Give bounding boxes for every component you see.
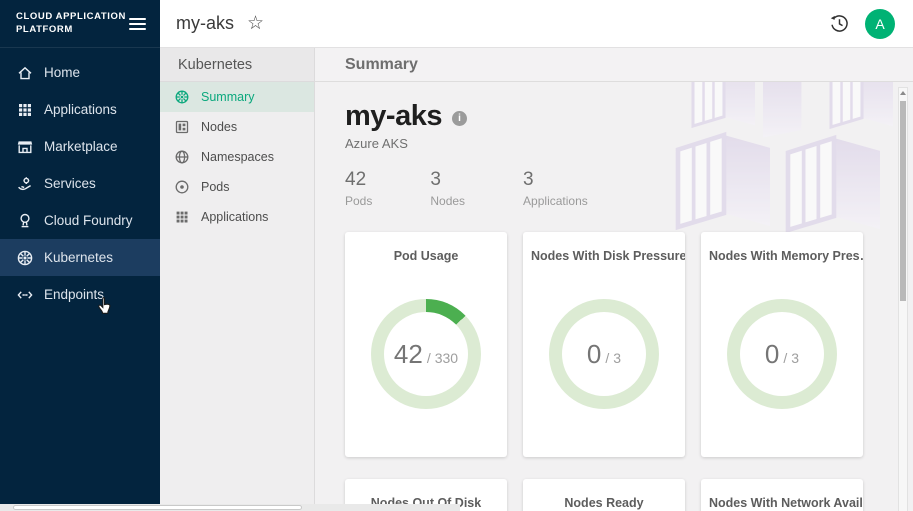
- sidebar-item-home[interactable]: Home: [0, 54, 160, 91]
- scroll-up-arrow-icon[interactable]: [900, 91, 906, 95]
- vertical-scrollbar-thumb[interactable]: [900, 101, 906, 301]
- cloud-foundry-icon: [16, 212, 34, 230]
- disk-pressure-donut-chart: 0 / 3: [549, 299, 659, 409]
- memory-pressure-donut-chart: 0 / 3: [727, 299, 837, 409]
- sidebar-item-marketplace[interactable]: Marketplace: [0, 128, 160, 165]
- subnav-item-applications[interactable]: Applications: [160, 202, 314, 232]
- home-icon: [16, 64, 34, 82]
- kubernetes-subnav: Kubernetes Summary Nodes Namespaces Pods…: [160, 48, 315, 511]
- subnav-title: Kubernetes: [160, 48, 314, 82]
- endpoint-title: my-aks: [176, 13, 234, 34]
- hamburger-menu-icon[interactable]: [129, 15, 146, 33]
- donut-total: 330: [435, 350, 458, 366]
- cluster-header: my-aks i Azure AKS: [315, 82, 913, 151]
- subnav-item-label: Summary: [201, 90, 254, 104]
- stat-value: 42: [345, 169, 372, 191]
- sidebar-item-kubernetes[interactable]: Kubernetes: [0, 239, 160, 276]
- sidebar-item-label: Endpoints: [44, 287, 104, 302]
- page-toolbar: Summary: [315, 48, 913, 82]
- card-network-available: Nodes With Network Avail…: [701, 479, 863, 511]
- app-logo: CLOUD APPLICATION PLATFORM: [16, 11, 126, 36]
- vertical-scrollbar[interactable]: [898, 87, 908, 511]
- sidebar-item-applications[interactable]: Applications: [0, 91, 160, 128]
- sidebar-item-label: Applications: [44, 102, 117, 117]
- logo-line2: PLATFORM: [16, 24, 126, 36]
- card-title: Nodes Ready: [523, 496, 685, 510]
- sidebar-item-cloud-foundry[interactable]: Cloud Foundry: [0, 202, 160, 239]
- hand-gear-icon: [16, 175, 34, 193]
- subnav-item-label: Namespaces: [201, 150, 274, 164]
- primary-nav: Home Applications Marketplace Services C…: [0, 48, 160, 313]
- storefront-icon: [16, 138, 34, 156]
- stat-pods: 42 Pods: [345, 169, 372, 208]
- card-pod-usage: Pod Usage 42 / 330: [345, 232, 507, 457]
- subnav-item-pods[interactable]: Pods: [160, 172, 314, 202]
- page-title: Summary: [345, 56, 418, 74]
- sidebar-item-label: Services: [44, 176, 96, 191]
- topbar-actions: A: [829, 9, 895, 39]
- sidebar-item-endpoints[interactable]: Endpoints: [0, 276, 160, 313]
- subnav-item-namespaces[interactable]: Namespaces: [160, 142, 314, 172]
- card-disk-pressure: Nodes With Disk Pressure 0 / 3: [523, 232, 685, 457]
- sidebar-item-label: Cloud Foundry: [44, 213, 133, 228]
- donut-value: 42: [394, 339, 423, 370]
- info-icon[interactable]: i: [452, 111, 467, 126]
- stat-label: Pods: [345, 194, 372, 208]
- stat-value: 3: [430, 169, 465, 191]
- kubernetes-wheel-icon: [16, 249, 34, 267]
- card-title: Nodes With Network Avail…: [701, 496, 863, 510]
- logo-line1: CLOUD APPLICATION: [16, 11, 126, 23]
- sidebar-item-label: Home: [44, 65, 80, 80]
- donut-total: 3: [613, 350, 621, 366]
- pod-icon: [174, 179, 190, 195]
- globe-icon: [174, 149, 190, 165]
- endpoints-icon: [16, 286, 34, 304]
- cluster-type: Azure AKS: [345, 136, 913, 151]
- donut-total: 3: [791, 350, 799, 366]
- sidebar-item-services[interactable]: Services: [0, 165, 160, 202]
- card-title: Pod Usage: [345, 249, 507, 263]
- card-title: Nodes With Disk Pressure: [523, 249, 685, 263]
- stat-value: 3: [523, 169, 588, 191]
- metric-cards-grid: Pod Usage 42 / 330 Nodes With Disk Press…: [315, 232, 871, 511]
- user-avatar[interactable]: A: [865, 9, 895, 39]
- subnav-item-label: Pods: [201, 180, 230, 194]
- sidebar-item-label: Kubernetes: [44, 250, 113, 265]
- history-icon[interactable]: [829, 13, 850, 34]
- primary-sidebar: CLOUD APPLICATION PLATFORM Home Applicat…: [0, 0, 160, 504]
- card-title: Nodes With Memory Pres…: [701, 249, 863, 263]
- grid-icon: [174, 209, 190, 225]
- subnav-item-summary[interactable]: Summary: [160, 82, 314, 112]
- card-memory-pressure: Nodes With Memory Pres… 0 / 3: [701, 232, 863, 457]
- subnav-item-label: Applications: [201, 210, 268, 224]
- donut-value: 0: [587, 339, 601, 370]
- subnav-item-nodes[interactable]: Nodes: [160, 112, 314, 142]
- stat-label: Nodes: [430, 194, 465, 208]
- card-nodes-ready: Nodes Ready: [523, 479, 685, 511]
- pod-usage-donut-chart: 42 / 330: [371, 299, 481, 409]
- cluster-stats: 42 Pods 3 Nodes 3 Applications: [315, 169, 913, 208]
- stat-applications: 3 Applications: [523, 169, 588, 208]
- logo-band: CLOUD APPLICATION PLATFORM: [0, 0, 160, 48]
- top-header: my-aks ☆ A: [160, 0, 913, 48]
- donut-value: 0: [765, 339, 779, 370]
- stat-label: Applications: [523, 194, 588, 208]
- sidebar-item-label: Marketplace: [44, 139, 118, 154]
- favorite-star-icon[interactable]: ☆: [247, 14, 264, 33]
- horizontal-scrollbar-thumb[interactable]: [13, 505, 302, 510]
- node-chip-icon: [174, 119, 190, 135]
- stat-nodes: 3 Nodes: [430, 169, 465, 208]
- cluster-name: my-aks: [345, 100, 442, 133]
- subnav-item-label: Nodes: [201, 120, 237, 134]
- grid-icon: [16, 101, 34, 119]
- horizontal-scrollbar[interactable]: [0, 504, 460, 511]
- kubernetes-wheel-icon: [174, 89, 190, 105]
- avatar-initial: A: [875, 16, 884, 32]
- summary-content: my-aks i Azure AKS 42 Pods 3 Nodes 3 App…: [315, 82, 913, 511]
